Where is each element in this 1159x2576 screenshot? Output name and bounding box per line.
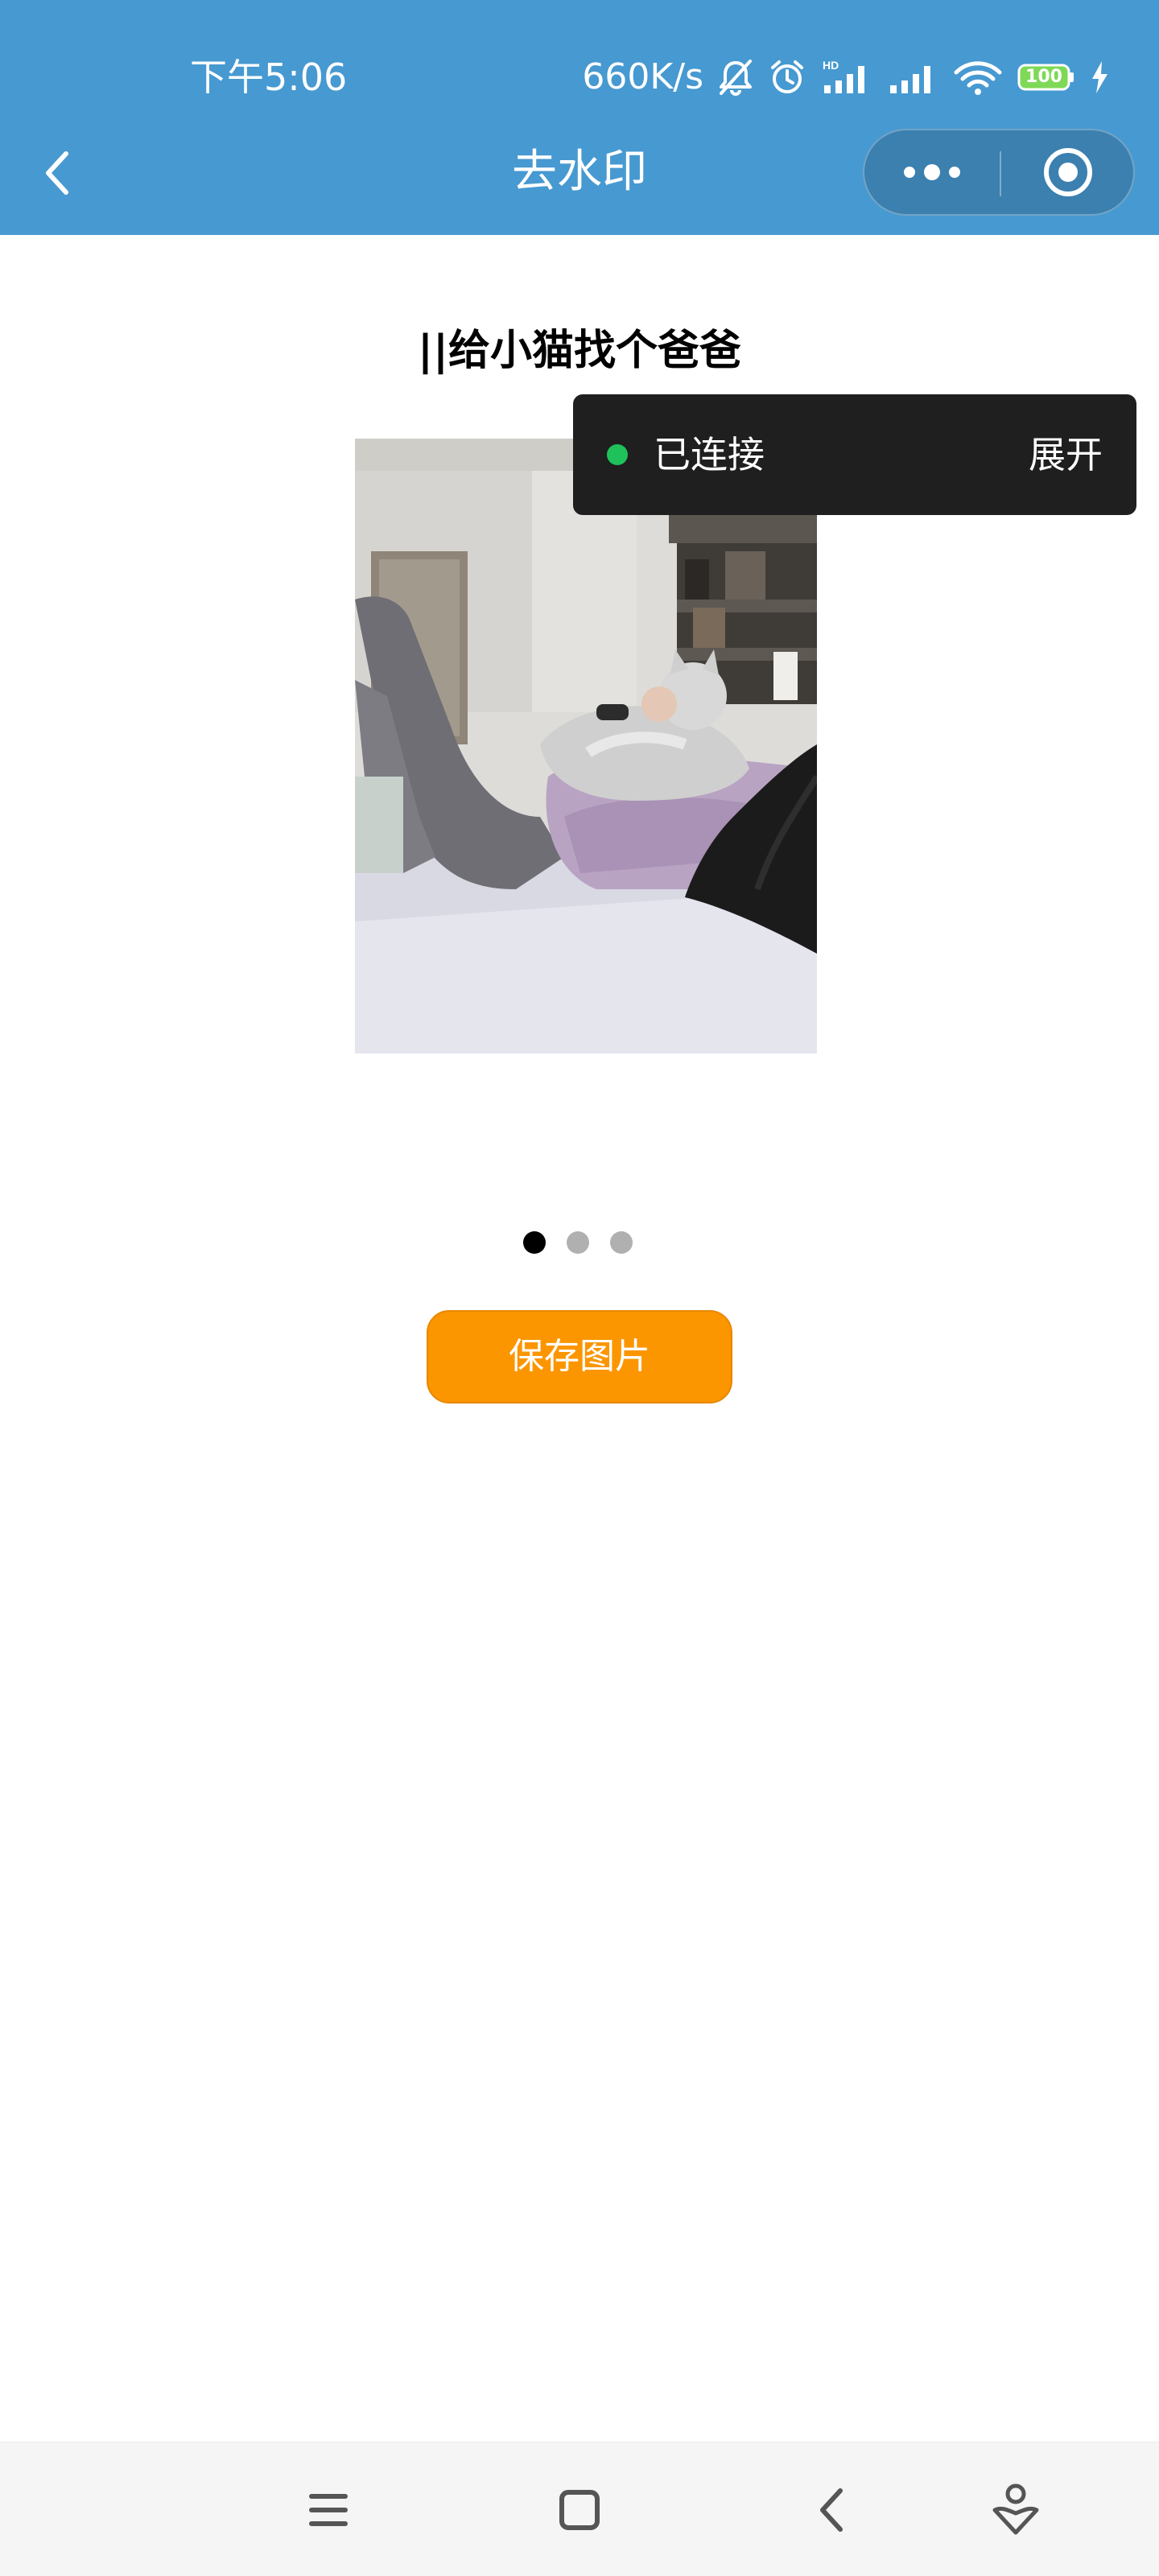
close-button[interactable] xyxy=(1001,130,1135,214)
expand-button[interactable]: 展开 xyxy=(1029,430,1103,480)
svg-text:HD: HD xyxy=(823,59,839,72)
assistant-icon xyxy=(992,2483,1039,2535)
status-icons: 660K/s HD 100 xyxy=(582,52,1109,103)
connection-toast: 已连接 展开 xyxy=(573,394,1136,515)
alarm-icon xyxy=(768,58,806,97)
menu-icon xyxy=(309,2494,348,2526)
close-target-icon xyxy=(1044,148,1092,196)
header-bar: 下午5:06 660K/s HD 100 去水印 xyxy=(0,0,1159,235)
carousel-image[interactable] xyxy=(355,439,817,1053)
carousel-indicator xyxy=(523,1230,636,1255)
bell-mute-icon xyxy=(718,58,753,97)
battery-level: 100 xyxy=(1025,67,1062,87)
save-image-button[interactable]: 保存图片 xyxy=(427,1310,732,1403)
carousel-dot-active[interactable] xyxy=(523,1231,546,1254)
charging-icon xyxy=(1090,60,1109,95)
system-back-button[interactable] xyxy=(802,2481,860,2539)
wifi-icon xyxy=(953,58,1003,97)
hd-signal-icon: HD xyxy=(821,58,874,97)
carousel-dot[interactable] xyxy=(610,1231,633,1254)
back-chevron-icon xyxy=(820,2488,843,2532)
carousel-dot[interactable] xyxy=(567,1231,589,1254)
mini-program-capsule xyxy=(863,129,1135,216)
more-button[interactable] xyxy=(864,130,1000,214)
post-title: ||给小猫找个爸爸 xyxy=(418,327,741,375)
photo-illustration xyxy=(355,439,817,1053)
battery-icon: 100 xyxy=(1017,64,1075,91)
menu-button[interactable] xyxy=(299,2481,357,2539)
signal-icon xyxy=(889,58,938,97)
network-speed: 660K/s xyxy=(582,56,703,97)
status-dot xyxy=(607,444,628,465)
assistant-button[interactable] xyxy=(987,2481,1045,2539)
home-square-icon xyxy=(559,2490,600,2530)
status-time: 下午5:06 xyxy=(190,56,348,99)
more-icon xyxy=(904,164,960,180)
connection-status: 已连接 xyxy=(654,433,765,476)
home-button[interactable] xyxy=(551,2481,608,2539)
system-nav-bar xyxy=(0,2442,1159,2576)
